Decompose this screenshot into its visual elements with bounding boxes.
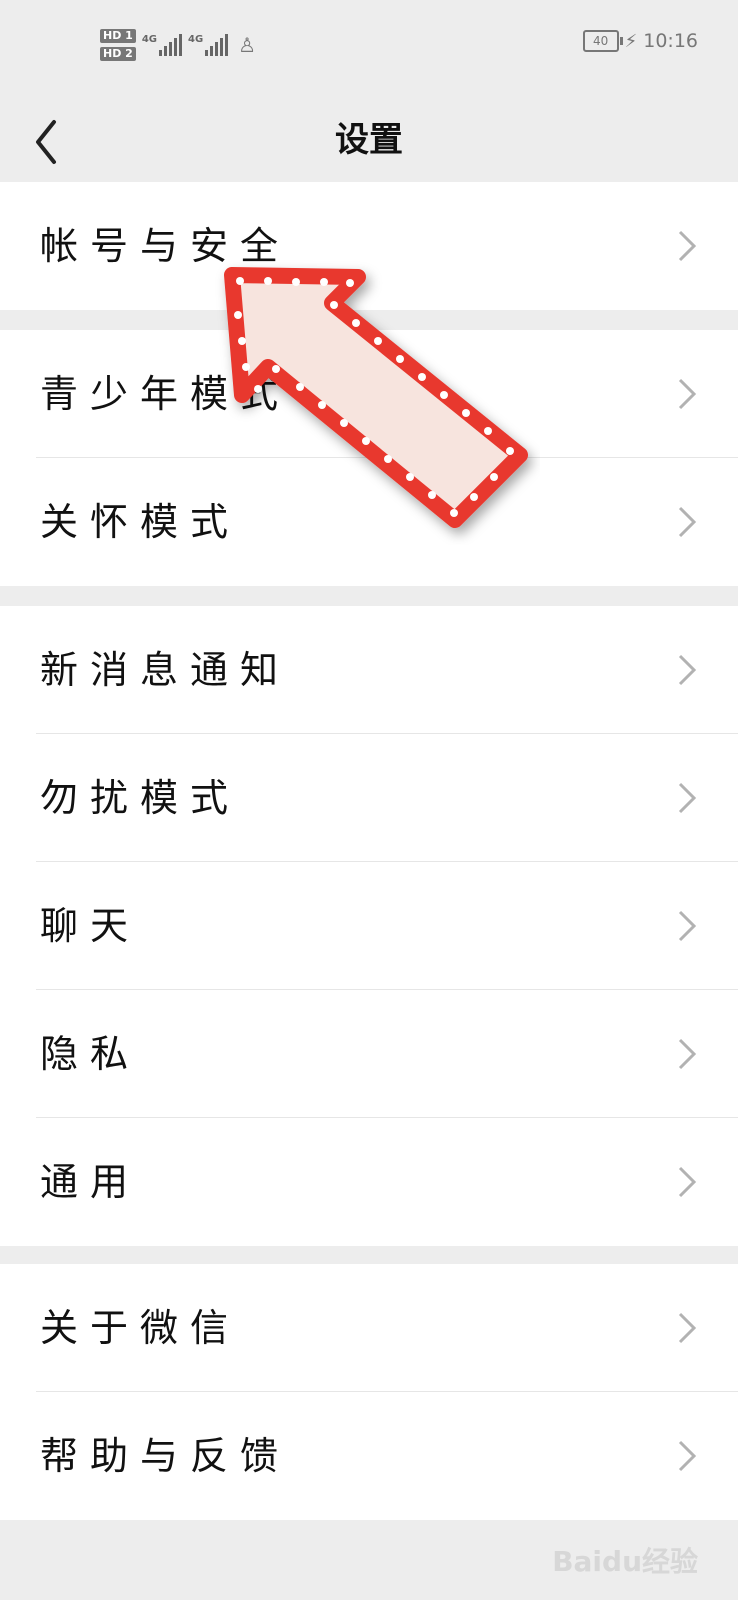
settings-item-do-not-disturb[interactable]: 勿扰模式 bbox=[0, 734, 738, 862]
settings-item-teen-mode[interactable]: 青少年模式 bbox=[0, 330, 738, 458]
chevron-right-icon bbox=[676, 1308, 698, 1348]
charging-icon: ⚡ bbox=[624, 30, 638, 52]
settings-group-modes: 青少年模式 关怀模式 bbox=[0, 330, 738, 586]
settings-group-account: 帐号与安全 bbox=[0, 182, 738, 310]
signal-2-icon: 4G bbox=[188, 34, 229, 56]
qq-notification-icon: ♙ bbox=[238, 33, 257, 57]
nav-bar: 设置 bbox=[0, 90, 738, 182]
settings-item-new-message-notification[interactable]: 新消息通知 bbox=[0, 606, 738, 734]
settings-item-label: 帐号与安全 bbox=[40, 224, 291, 268]
settings-item-label: 聊天 bbox=[40, 904, 141, 948]
settings-item-about-wechat[interactable]: 关于微信 bbox=[0, 1264, 738, 1392]
settings-item-general[interactable]: 通用 bbox=[0, 1118, 738, 1246]
settings-item-help-feedback[interactable]: 帮助与反馈 bbox=[0, 1392, 738, 1520]
settings-item-label: 新消息通知 bbox=[40, 648, 291, 692]
settings-item-chat[interactable]: 聊天 bbox=[0, 862, 738, 990]
chevron-right-icon bbox=[676, 1162, 698, 1202]
settings-item-care-mode[interactable]: 关怀模式 bbox=[0, 458, 738, 586]
settings-group-general: 新消息通知 勿扰模式 聊天 隐私 通用 bbox=[0, 606, 738, 1246]
settings-item-label: 隐私 bbox=[40, 1032, 141, 1076]
chevron-right-icon bbox=[676, 906, 698, 946]
settings-item-label: 通用 bbox=[40, 1160, 141, 1204]
signal-1-icon: 4G bbox=[142, 34, 182, 56]
network-type-2: 4G bbox=[188, 34, 204, 45]
sim1-badge: HD 1 bbox=[100, 29, 136, 43]
network-type-1: 4G bbox=[141, 34, 157, 45]
sim-indicators: HD 1 HD 2 bbox=[100, 29, 136, 61]
settings-group-about: 关于微信 帮助与反馈 bbox=[0, 1264, 738, 1520]
status-bar: HD 1 HD 2 4G 4G ♙ 40 ⚡ 10:16 bbox=[0, 0, 738, 90]
settings-item-account-security[interactable]: 帐号与安全 bbox=[0, 182, 738, 310]
settings-item-label: 青少年模式 bbox=[40, 372, 291, 416]
settings-item-label: 关于微信 bbox=[40, 1306, 241, 1350]
chevron-right-icon bbox=[676, 226, 698, 266]
status-right: 40 ⚡ 10:16 bbox=[582, 30, 698, 52]
status-left: HD 1 HD 2 4G 4G ♙ bbox=[100, 24, 256, 66]
chevron-right-icon bbox=[676, 1436, 698, 1476]
chevron-right-icon bbox=[676, 374, 698, 414]
battery-icon: 40 bbox=[582, 30, 623, 52]
sim2-badge: HD 2 bbox=[100, 47, 136, 61]
chevron-right-icon bbox=[676, 650, 698, 690]
settings-item-privacy[interactable]: 隐私 bbox=[0, 990, 738, 1118]
page-title: 设置 bbox=[335, 120, 403, 160]
watermark: Baidu经验 bbox=[552, 1545, 698, 1578]
chevron-right-icon bbox=[676, 502, 698, 542]
chevron-right-icon bbox=[676, 1034, 698, 1074]
settings-item-label: 勿扰模式 bbox=[40, 776, 241, 820]
clock: 10:16 bbox=[643, 30, 698, 52]
chevron-right-icon bbox=[676, 778, 698, 818]
settings-item-label: 帮助与反馈 bbox=[40, 1434, 291, 1478]
settings-item-label: 关怀模式 bbox=[40, 500, 241, 544]
